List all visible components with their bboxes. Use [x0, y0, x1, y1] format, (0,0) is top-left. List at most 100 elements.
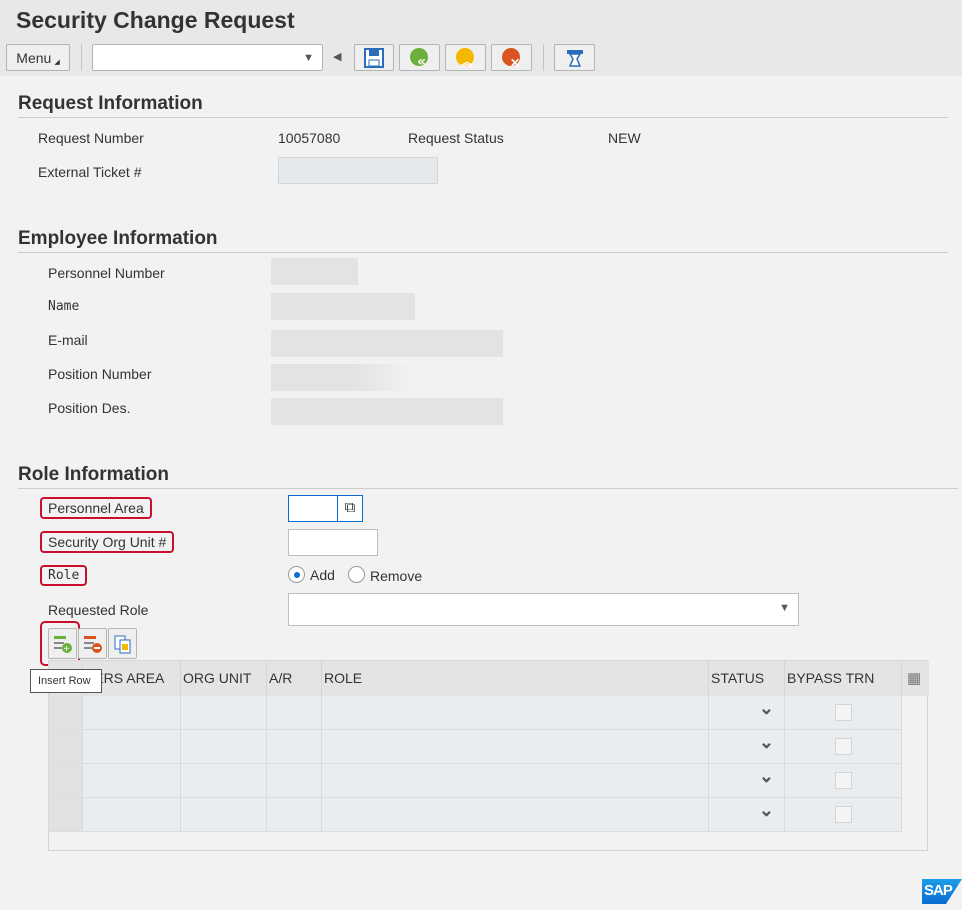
- cancel-icon: ✕: [501, 47, 520, 69]
- exit-icon: ︽: [455, 47, 474, 69]
- security-org-unit-input[interactable]: [288, 529, 378, 556]
- position-number-label: Position Number: [48, 366, 152, 382]
- column-header-role[interactable]: ROLE: [322, 661, 709, 696]
- table-cell[interactable]: [785, 764, 902, 797]
- table-cell[interactable]: [267, 730, 322, 763]
- separator: [543, 44, 544, 71]
- remove-radio[interactable]: [348, 566, 365, 583]
- collapse-arrow-icon[interactable]: ◀: [333, 50, 341, 63]
- bypass-trn-checkbox[interactable]: [835, 772, 852, 789]
- table-cell[interactable]: [181, 696, 267, 729]
- table-cell[interactable]: [83, 798, 181, 831]
- table-cell[interactable]: [181, 730, 267, 763]
- copy-row-button[interactable]: [108, 628, 137, 659]
- table-cell[interactable]: [181, 798, 267, 831]
- divider: [18, 117, 948, 118]
- save-icon: [364, 47, 384, 68]
- email-label: E-mail: [48, 332, 88, 348]
- insert-row-icon: +: [53, 635, 72, 654]
- column-settings-icon[interactable]: ▦: [902, 661, 929, 696]
- menu-label: Menu: [16, 49, 52, 66]
- row-selector[interactable]: [49, 798, 83, 831]
- chevron-down-icon[interactable]: ⌄: [759, 800, 774, 821]
- column-header-status[interactable]: STATUS: [709, 661, 785, 696]
- separator: [81, 44, 82, 71]
- column-header-bypass-trn[interactable]: BYPASS TRN: [785, 661, 902, 696]
- column-header-org-unit[interactable]: ORG UNIT: [181, 661, 267, 696]
- employee-section-heading: Employee Information: [18, 228, 218, 249]
- column-header-ar[interactable]: A/R: [267, 661, 322, 696]
- table-cell[interactable]: [785, 730, 902, 763]
- personnel-area-input[interactable]: [288, 495, 338, 522]
- chevron-down-icon: ▼: [303, 51, 314, 64]
- bypass-trn-checkbox[interactable]: [835, 704, 852, 721]
- personnel-area-label: Personnel Area: [40, 497, 152, 519]
- chevron-down-icon[interactable]: ⌄: [759, 698, 774, 719]
- request-status-label: Request Status: [408, 130, 504, 146]
- position-description-value: [271, 398, 503, 425]
- external-ticket-label: External Ticket #: [38, 164, 142, 180]
- delete-row-icon: [83, 635, 102, 653]
- roles-table: PERS AREA ORG UNIT A/R ROLE STATUS BYPAS…: [48, 660, 929, 851]
- role-label: Role: [40, 565, 88, 586]
- cancel-button[interactable]: ✕: [491, 44, 532, 71]
- svg-text:︽: ︽: [461, 55, 473, 69]
- exit-button[interactable]: ︽: [445, 44, 486, 71]
- divider: [18, 488, 958, 489]
- table-cell[interactable]: [83, 764, 181, 797]
- back-button[interactable]: «: [399, 44, 440, 71]
- save-button[interactable]: [354, 44, 394, 71]
- table-cell[interactable]: [785, 696, 902, 729]
- request-number-value: 10057080: [278, 130, 341, 146]
- table-cell[interactable]: ⌄: [709, 764, 785, 797]
- row-selector[interactable]: [49, 696, 83, 729]
- request-number-label: Request Number: [38, 130, 144, 146]
- table-row: ⌄: [49, 764, 902, 798]
- table-cell[interactable]: ⌄: [709, 798, 785, 831]
- table-cell[interactable]: [83, 730, 181, 763]
- svg-text:+: +: [63, 644, 69, 654]
- table-cell[interactable]: [267, 696, 322, 729]
- row-selector[interactable]: [49, 730, 83, 763]
- table-cell[interactable]: [267, 764, 322, 797]
- sap-logo: SAP: [922, 879, 962, 904]
- value-help-icon[interactable]: ⧉: [337, 495, 363, 522]
- insert-row-button[interactable]: +: [48, 628, 77, 659]
- menu-button[interactable]: Menu ◢: [6, 44, 70, 71]
- table-cell[interactable]: [322, 696, 709, 729]
- table-cell[interactable]: [181, 764, 267, 797]
- toolbar: Menu ◢ ▼ ◀ « ︽ ✕: [0, 40, 962, 76]
- table-row: ⌄: [49, 798, 902, 832]
- table-cell[interactable]: ⌄: [709, 696, 785, 729]
- requested-role-label: Requested Role: [48, 602, 149, 618]
- personnel-number-label: Personnel Number: [48, 265, 165, 281]
- remove-radio-label: Remove: [370, 568, 423, 584]
- table-header: PERS AREA ORG UNIT A/R ROLE STATUS BYPAS…: [49, 661, 929, 696]
- row-selector[interactable]: [49, 764, 83, 797]
- table-cell[interactable]: [322, 764, 709, 797]
- add-radio[interactable]: [288, 566, 305, 583]
- command-field[interactable]: ▼: [92, 44, 323, 71]
- external-ticket-field[interactable]: [278, 157, 438, 184]
- bypass-trn-checkbox[interactable]: [835, 806, 852, 823]
- table-cell[interactable]: [83, 696, 181, 729]
- requested-role-select[interactable]: ▼: [288, 593, 799, 626]
- chevron-down-icon[interactable]: ⌄: [759, 732, 774, 753]
- table-cell[interactable]: [785, 798, 902, 831]
- position-description-label: Position Des.: [48, 400, 131, 416]
- chevron-down-icon[interactable]: ⌄: [759, 766, 774, 787]
- print-icon: [566, 49, 583, 67]
- table-cell[interactable]: [267, 798, 322, 831]
- back-icon: «: [409, 47, 428, 69]
- table-cell[interactable]: [322, 730, 709, 763]
- table-cell[interactable]: ⌄: [709, 730, 785, 763]
- add-radio-label: Add: [310, 567, 335, 583]
- request-status-value: NEW: [608, 130, 641, 146]
- table-cell[interactable]: [322, 798, 709, 831]
- copy-icon: [114, 635, 130, 653]
- table-row: ⌄: [49, 696, 902, 730]
- bypass-trn-checkbox[interactable]: [835, 738, 852, 755]
- print-button[interactable]: [554, 44, 595, 71]
- table-row: ⌄: [49, 730, 902, 764]
- delete-row-button[interactable]: [78, 628, 107, 659]
